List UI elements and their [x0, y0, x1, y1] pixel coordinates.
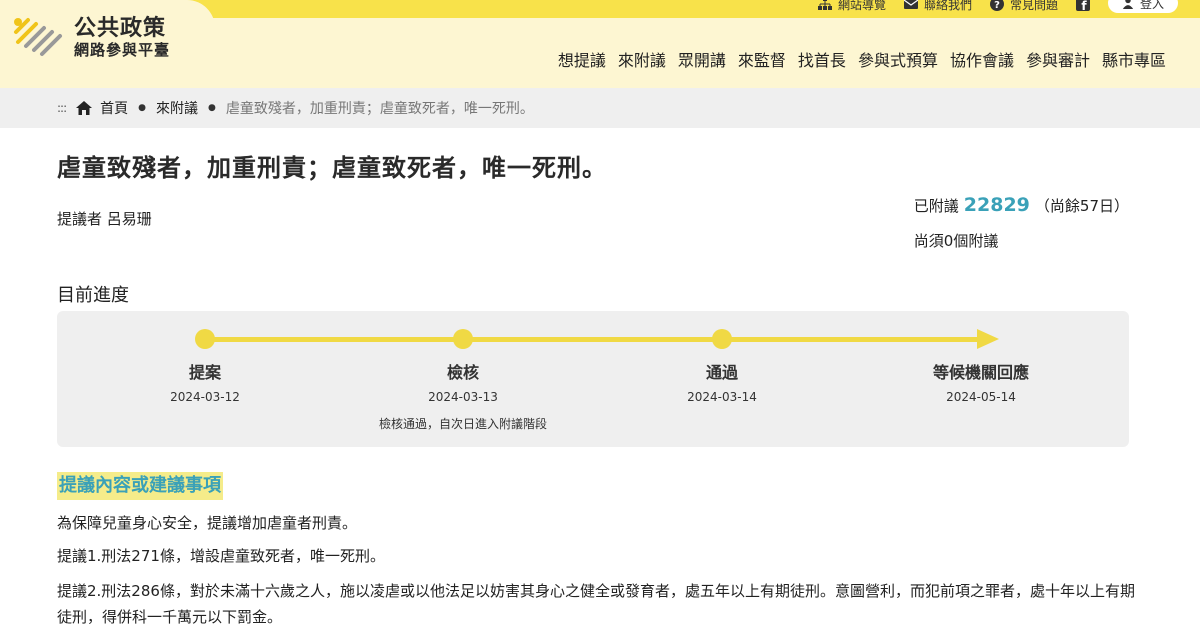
section-heading: 提議內容或建議事項	[57, 472, 223, 500]
brand-title[interactable]: 公共政策	[74, 10, 166, 42]
mail-icon	[903, 0, 918, 9]
signed-label: 已附議	[913, 197, 959, 215]
nav-item-endorse[interactable]: 來附議	[618, 47, 666, 71]
home-icon[interactable]	[76, 100, 93, 116]
stage-proposal: 提案 2024-03-12	[105, 359, 305, 404]
breadcrumb: ::: 首頁 ● 來附議 ● 虐童致殘者，加重刑責；虐童致死者，唯一死刑。	[0, 88, 1200, 128]
question-icon: ?	[989, 0, 1004, 11]
site-header: 公共政策 網路參與平臺 網站導覽 聯絡我們 ? 常見問題 f 登入 想提議 來附…	[0, 0, 1200, 88]
sitemap-icon	[817, 0, 832, 10]
stage-date: 2024-03-14	[687, 390, 757, 404]
stage-date: 2024-03-12	[170, 390, 240, 404]
remaining-days: （尚餘57日）	[1034, 197, 1129, 215]
facebook-icon: f	[1075, 0, 1090, 11]
stage-awaiting-response: 等候機關回應 2024-05-14	[881, 359, 1081, 404]
content-paragraph: 提議1.刑法271條，增設虐童致死者，唯一死刑。	[57, 547, 385, 565]
breadcrumb-separator: ●	[138, 103, 146, 113]
sitemap-link[interactable]: 網站導覽	[817, 0, 886, 13]
stage-name: 檢核	[446, 363, 479, 382]
user-icon	[1122, 0, 1134, 9]
facebook-link[interactable]: f	[1075, 0, 1090, 11]
breadcrumb-separator: ●	[208, 103, 216, 113]
nav-item-supervise[interactable]: 來監督	[738, 47, 786, 71]
breadcrumb-current: 虐童致殘者，加重刑責；虐童致死者，唯一死刑。	[225, 101, 534, 117]
needed-endorsements: 尚須0個附議	[913, 232, 999, 250]
faq-link[interactable]: ? 常見問題	[989, 0, 1058, 13]
stage-name: 提案	[188, 363, 221, 382]
breadcrumb-endorse[interactable]: 來附議	[156, 98, 198, 118]
signed-count: 22829	[963, 194, 1030, 216]
stage-date: 2024-03-13	[428, 390, 498, 404]
nav-item-collab-meeting[interactable]: 協作會議	[950, 47, 1014, 71]
proposer-label: 提議者	[57, 210, 103, 228]
content-paragraph: 提議2.刑法286條，對於未滿十六歲之人，施以凌虐或以他法足以妨害其身心之健全或…	[57, 582, 1135, 626]
main-nav: 想提議 來附議 眾開講 來監督 找首長 參與式預算 協作會議 參與審計 縣市專區	[558, 47, 1166, 71]
stage-review: 檢核 2024-03-13 檢核通過，自次日進入附議階段	[363, 359, 563, 432]
contact-label: 聯絡我們	[923, 0, 972, 12]
progress-heading: 目前進度	[57, 285, 129, 306]
stage-name: 通過	[705, 363, 738, 382]
faq-label: 常見問題	[1009, 0, 1058, 12]
site-logo-icon[interactable]	[12, 12, 64, 62]
stage-node	[453, 329, 473, 349]
stage-note: 檢核通過，自次日進入附議階段	[378, 417, 547, 431]
nav-item-county[interactable]: 縣市專區	[1102, 47, 1166, 71]
stage-node	[712, 329, 732, 349]
progress-tracker: 提案 2024-03-12 檢核 2024-03-13 檢核通過，自次日進入附議…	[57, 311, 1129, 447]
content-paragraph: 為保障兒童身心安全，提議增加虐童者刑責。	[57, 514, 358, 532]
nav-item-budget[interactable]: 參與式預算	[858, 47, 938, 71]
progress-arrow-icon	[977, 329, 999, 349]
nav-item-audit[interactable]: 參與審計	[1026, 47, 1090, 71]
stage-date: 2024-05-14	[946, 390, 1016, 404]
brand-subtitle[interactable]: 網路參與平臺	[74, 39, 170, 60]
stage-node	[195, 329, 215, 349]
login-button[interactable]: 登入	[1107, 0, 1178, 13]
login-label: 登入	[1139, 0, 1164, 11]
sitemap-label: 網站導覽	[837, 0, 886, 12]
breadcrumb-home[interactable]: 首頁	[100, 98, 128, 118]
svg-text:?: ?	[994, 0, 1000, 11]
stage-passed: 通過 2024-03-14	[622, 359, 822, 404]
progress-track	[205, 337, 987, 342]
nav-item-discuss[interactable]: 眾開講	[678, 47, 726, 71]
stage-name: 等候機關回應	[932, 363, 1029, 382]
utility-bar: 網站導覽 聯絡我們 ? 常見問題 f 登入	[817, 0, 1178, 14]
accesskey-anchor[interactable]: :::	[57, 101, 67, 115]
nav-item-officials[interactable]: 找首長	[798, 47, 846, 71]
endorsement-status: 已附議 22829 （尚餘57日） 尚須0個附議	[914, 194, 1129, 251]
contact-link[interactable]: 聯絡我們	[903, 0, 972, 13]
proposer-name: 呂易珊	[106, 210, 152, 228]
proposer-info: 提議者 呂易珊	[57, 208, 152, 229]
svg-text:f: f	[1081, 0, 1087, 11]
nav-item-propose[interactable]: 想提議	[558, 47, 606, 71]
page-title: 虐童致殘者，加重刑責；虐童致死者，唯一死刑。	[57, 154, 607, 182]
